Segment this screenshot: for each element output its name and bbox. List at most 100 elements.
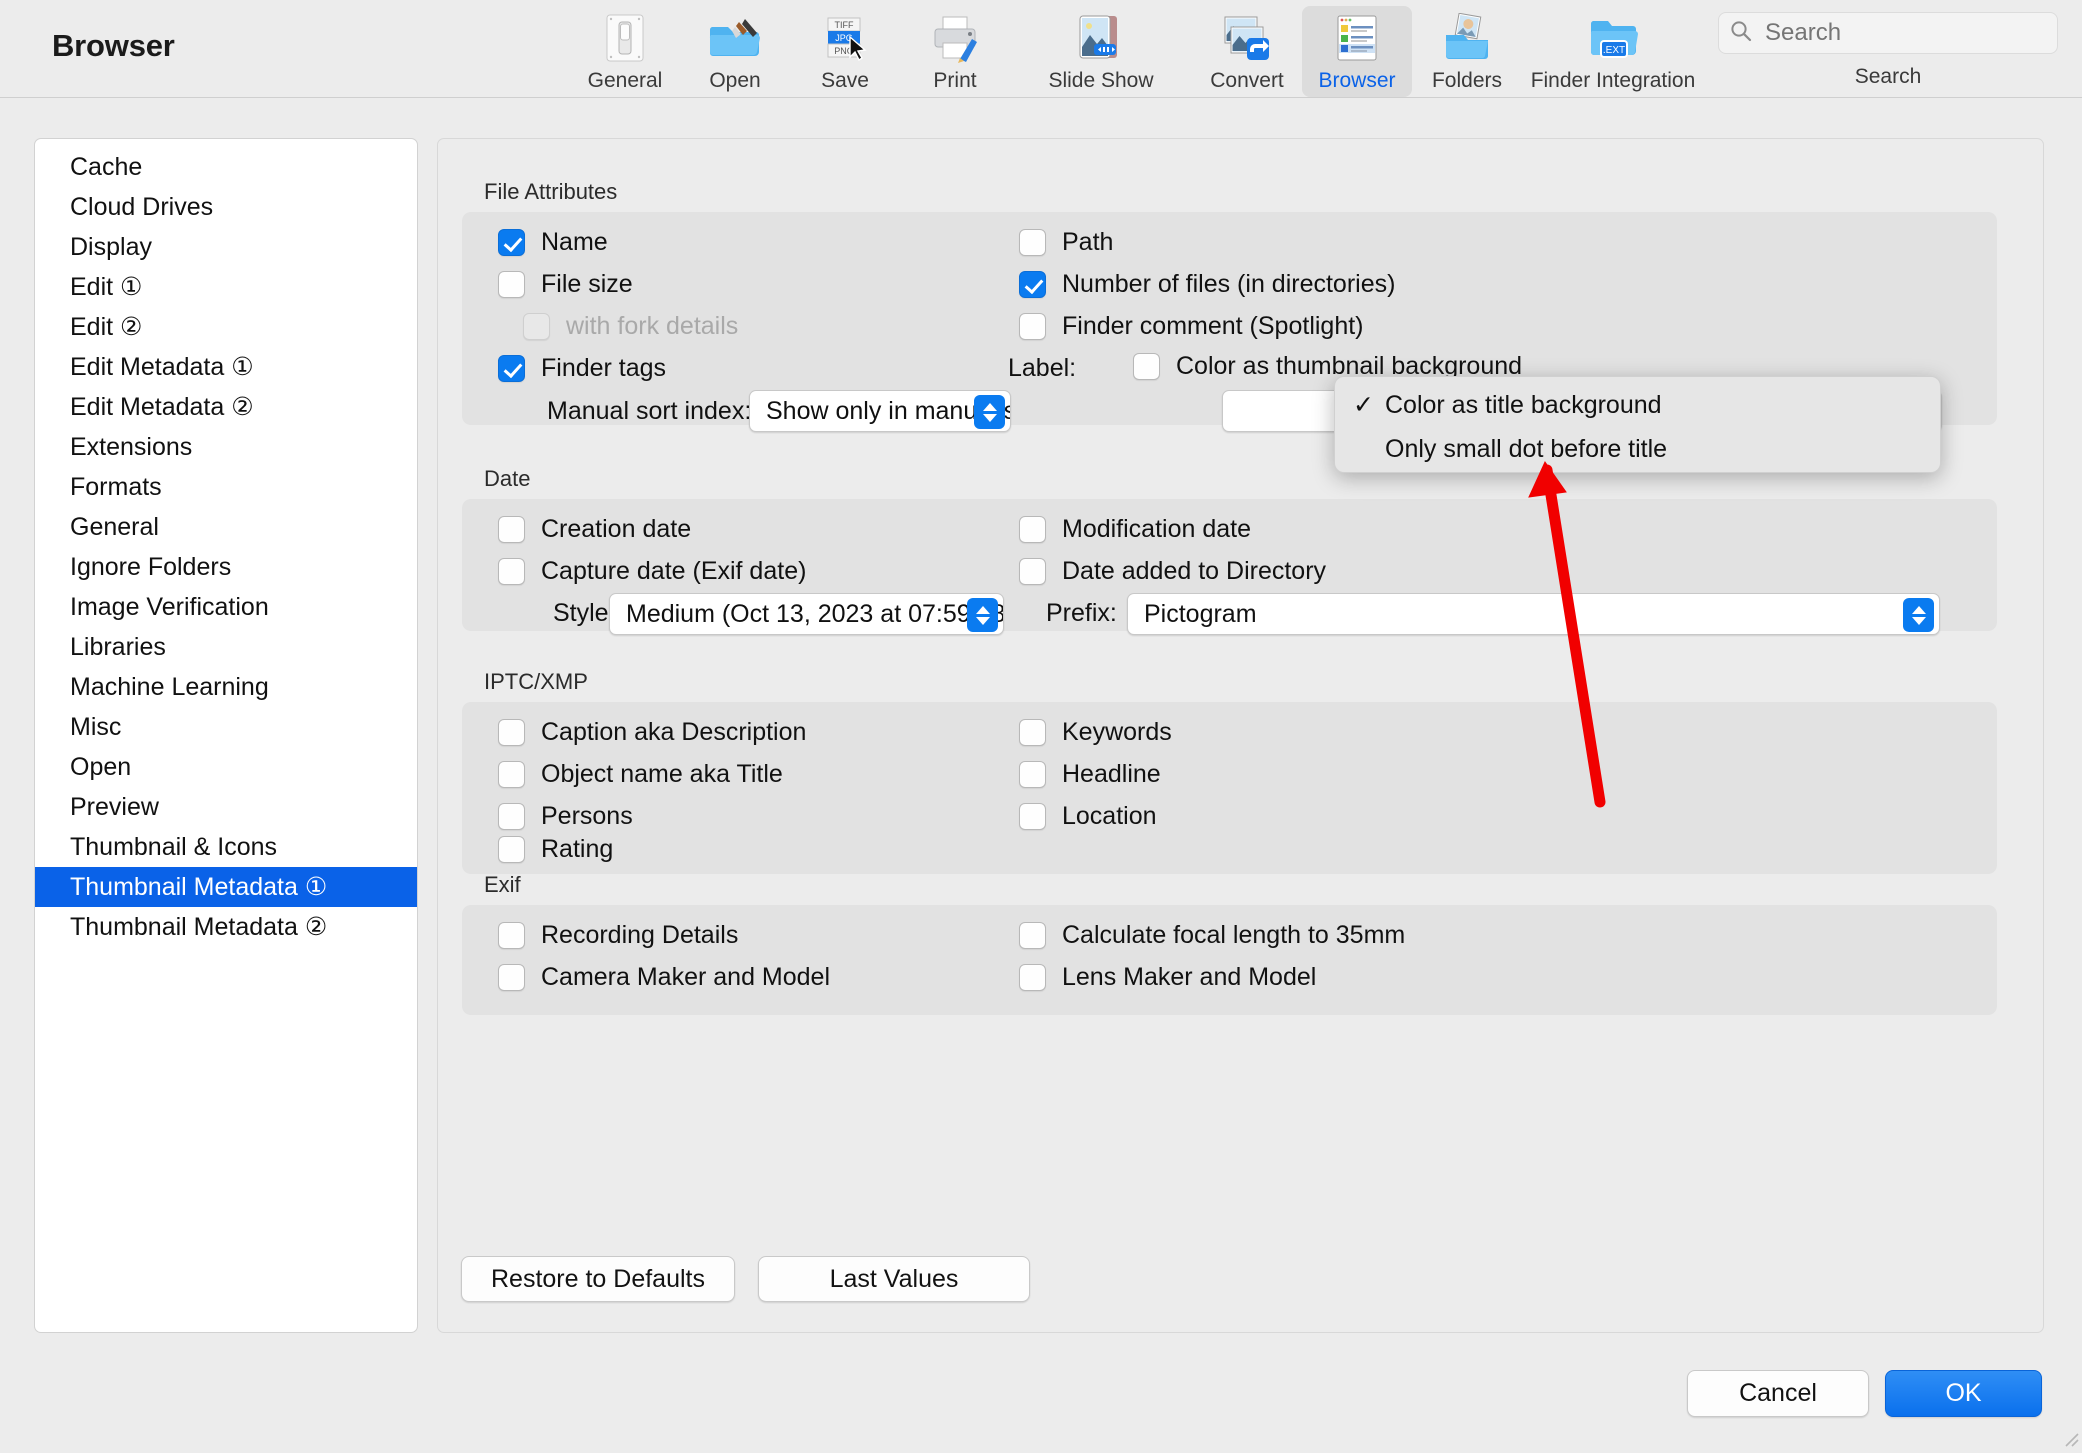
toolbar-item-save[interactable]: TIFF JPG PNG Save — [790, 6, 900, 97]
rating-checkbox[interactable] — [498, 836, 525, 863]
sidebar-item-formats[interactable]: Formats — [35, 467, 417, 507]
checkbox-row-caption[interactable]: Caption aka Description — [498, 718, 806, 747]
date-style-select[interactable]: Medium (Oct 13, 2023 at 07:59:48) — [609, 593, 1004, 635]
toolbar-item-print[interactable]: Print — [900, 6, 1010, 97]
finder-tags-checkbox[interactable] — [498, 355, 525, 382]
sidebar-item-thumbnail-and-icons[interactable]: Thumbnail & Icons — [35, 827, 417, 867]
cancel-button[interactable]: Cancel — [1687, 1370, 1869, 1417]
checkbox-row-number-of-files[interactable]: Number of files (in directories) — [1019, 270, 1395, 299]
sidebar-item-extensions[interactable]: Extensions — [35, 427, 417, 467]
caption-checkbox[interactable] — [498, 719, 525, 746]
persons-label: Persons — [541, 802, 633, 831]
sidebar-item-cloud-drives[interactable]: Cloud Drives — [35, 187, 417, 227]
sidebar-item-edit-metadata-1[interactable]: Edit Metadata ① — [35, 347, 417, 387]
menu-item-only-small-dot-before-title[interactable]: Only small dot before title — [1335, 427, 1940, 471]
sidebar-item-edit-2[interactable]: Edit ② — [35, 307, 417, 347]
stepper-arrows-icon[interactable] — [974, 395, 1005, 429]
checkbox-row-file-size[interactable]: File size — [498, 270, 633, 299]
recording-details-label: Recording Details — [541, 921, 738, 950]
toolbar-item-browser[interactable]: Browser — [1302, 6, 1412, 97]
checkbox-row-finder-tags[interactable]: Finder tags — [498, 354, 666, 383]
checkbox-row-recording-details[interactable]: Recording Details — [498, 921, 738, 950]
recording-details-checkbox[interactable] — [498, 922, 525, 949]
ok-button[interactable]: OK — [1885, 1370, 2042, 1417]
sidebar-item-preview[interactable]: Preview — [35, 787, 417, 827]
checkbox-row-path[interactable]: Path — [1019, 228, 1113, 257]
creation-date-label: Creation date — [541, 515, 691, 544]
camera-maker-checkbox[interactable] — [498, 964, 525, 991]
path-label: Path — [1062, 228, 1113, 257]
checkbox-row-calculate-focal[interactable]: Calculate focal length to 35mm — [1019, 921, 1405, 950]
stepper-arrows-icon[interactable] — [1903, 598, 1934, 632]
location-checkbox[interactable] — [1019, 803, 1046, 830]
sidebar-item-libraries[interactable]: Libraries — [35, 627, 417, 667]
search-input[interactable] — [1765, 19, 2025, 47]
sidebar-item-thumbnail-metadata-2[interactable]: Thumbnail Metadata ② — [35, 907, 417, 947]
sidebar-item-edit-metadata-2[interactable]: Edit Metadata ② — [35, 387, 417, 427]
toolbar-item-open[interactable]: Open — [680, 6, 790, 97]
toolbar-item-convert[interactable]: Convert — [1192, 6, 1302, 97]
checkbox-row-camera-maker[interactable]: Camera Maker and Model — [498, 963, 830, 992]
toolbar-item-general[interactable]: General — [570, 6, 680, 97]
creation-date-checkbox[interactable] — [498, 516, 525, 543]
fork-details-checkbox[interactable] — [523, 313, 550, 340]
group-box-date: Creation date Capture date (Exif date) S… — [462, 499, 1997, 631]
checkbox-row-modification-date[interactable]: Modification date — [1019, 515, 1251, 544]
headline-checkbox[interactable] — [1019, 761, 1046, 788]
stepper-arrows-icon[interactable] — [967, 598, 998, 632]
object-name-label: Object name aka Title — [541, 760, 783, 789]
date-prefix-select[interactable]: Pictogram — [1127, 593, 1940, 635]
checkbox-row-object-name[interactable]: Object name aka Title — [498, 760, 783, 789]
checkbox-row-lens-maker[interactable]: Lens Maker and Model — [1019, 963, 1316, 992]
capture-date-checkbox[interactable] — [498, 558, 525, 585]
menu-item-color-as-title-background[interactable]: ✓ Color as title background — [1335, 383, 1940, 427]
name-checkbox[interactable] — [498, 229, 525, 256]
sidebar-item-cache[interactable]: Cache — [35, 147, 417, 187]
finder-tags-label: Finder tags — [541, 354, 666, 383]
checkbox-row-persons[interactable]: Persons — [498, 802, 633, 831]
checkbox-row-finder-comment[interactable]: Finder comment (Spotlight) — [1019, 312, 1364, 341]
checkbox-row-creation-date[interactable]: Creation date — [498, 515, 691, 544]
toolbar-item-folders[interactable]: Folders — [1412, 6, 1522, 97]
date-prefix-value: Pictogram — [1144, 600, 1257, 629]
sidebar-item-general[interactable]: General — [35, 507, 417, 547]
modification-date-checkbox[interactable] — [1019, 516, 1046, 543]
sidebar-item-machine-learning[interactable]: Machine Learning — [35, 667, 417, 707]
settings-sidebar[interactable]: Cache Cloud Drives Display Edit ① Edit ②… — [34, 138, 418, 1333]
resize-grip[interactable] — [2060, 1428, 2080, 1448]
checkbox-row-fork-details[interactable]: with fork details — [523, 312, 738, 341]
sidebar-item-display[interactable]: Display — [35, 227, 417, 267]
persons-checkbox[interactable] — [498, 803, 525, 830]
sidebar-item-image-verification[interactable]: Image Verification — [35, 587, 417, 627]
color-as-thumbnail-background-checkbox[interactable] — [1133, 353, 1160, 380]
checkbox-row-keywords[interactable]: Keywords — [1019, 718, 1172, 747]
keywords-checkbox[interactable] — [1019, 719, 1046, 746]
checkbox-row-date-added[interactable]: Date added to Directory — [1019, 557, 1326, 586]
calculate-focal-checkbox[interactable] — [1019, 922, 1046, 949]
last-values-button[interactable]: Last Values — [758, 1256, 1030, 1302]
label-style-menu[interactable]: ✓ Color as title background Only small d… — [1334, 376, 1941, 473]
lens-maker-label: Lens Maker and Model — [1062, 963, 1316, 992]
checkbox-row-name[interactable]: Name — [498, 228, 608, 257]
path-checkbox[interactable] — [1019, 229, 1046, 256]
date-added-checkbox[interactable] — [1019, 558, 1046, 585]
checkbox-row-location[interactable]: Location — [1019, 802, 1157, 831]
checkbox-row-rating[interactable]: Rating — [498, 835, 613, 864]
file-size-checkbox[interactable] — [498, 271, 525, 298]
restore-to-defaults-button[interactable]: Restore to Defaults — [461, 1256, 735, 1302]
toolbar-item-finder-integration[interactable]: .EXT Finder Integration — [1522, 6, 1704, 97]
sidebar-item-edit-1[interactable]: Edit ① — [35, 267, 417, 307]
sidebar-item-misc[interactable]: Misc — [35, 707, 417, 747]
finder-comment-checkbox[interactable] — [1019, 313, 1046, 340]
lens-maker-checkbox[interactable] — [1019, 964, 1046, 991]
checkbox-row-capture-date[interactable]: Capture date (Exif date) — [498, 557, 806, 586]
number-of-files-checkbox[interactable] — [1019, 271, 1046, 298]
search-field[interactable] — [1718, 12, 2058, 54]
sidebar-item-ignore-folders[interactable]: Ignore Folders — [35, 547, 417, 587]
toolbar-item-slide-show[interactable]: Slide Show — [1010, 6, 1192, 97]
object-name-checkbox[interactable] — [498, 761, 525, 788]
sidebar-item-thumbnail-metadata-1[interactable]: Thumbnail Metadata ① — [35, 867, 417, 907]
manual-sort-index-select[interactable]: Show only in manual s... — [749, 390, 1011, 432]
sidebar-item-open[interactable]: Open — [35, 747, 417, 787]
checkbox-row-headline[interactable]: Headline — [1019, 760, 1161, 789]
